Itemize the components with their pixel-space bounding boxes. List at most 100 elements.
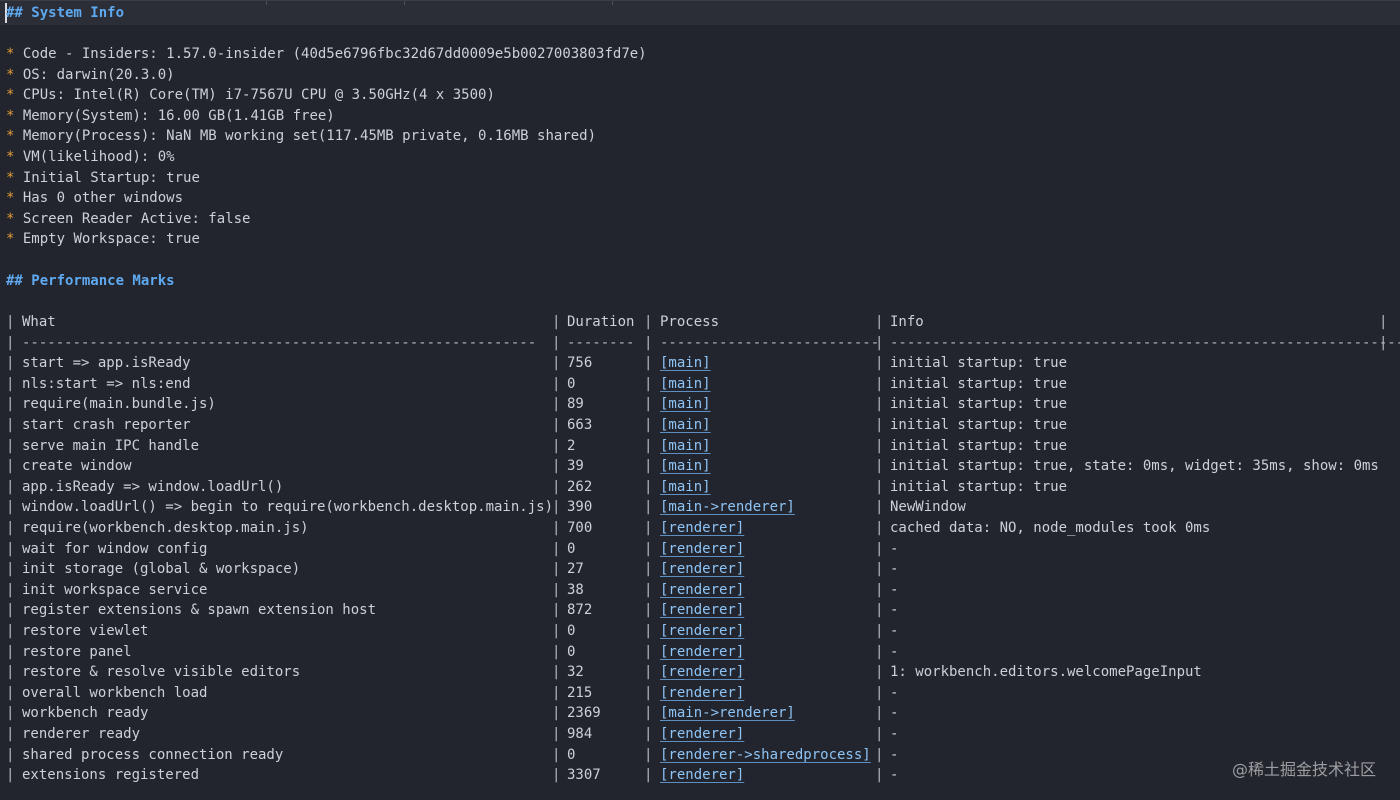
table-cell-what: require(workbench.desktop.main.js) [22, 520, 309, 536]
table-cell-info: initial startup: true [890, 396, 1068, 413]
table-cell-info: - [890, 581, 899, 598]
table-pipe: | [6, 602, 15, 619]
table-pipe: | [6, 437, 15, 454]
table-cell-duration: 0 [567, 643, 576, 660]
process-link[interactable]: [main] [660, 415, 711, 435]
tab-divider [404, 1, 405, 5]
table-cell-duration: 39 [567, 458, 584, 475]
table-cell-what: create window [22, 458, 132, 475]
table-pipe: | [552, 520, 561, 536]
system-info-text: Empty Workspace: true [22, 231, 200, 248]
table-cell-duration: 0 [567, 623, 576, 639]
process-link[interactable]: [renderer] [660, 683, 744, 703]
table-pipe: | [875, 355, 884, 372]
table-cell-info: NewWindow [890, 499, 966, 516]
system-info-text: Memory(System): 16.00 GB(1.41GB free) [22, 107, 335, 124]
table-pipe: | [875, 437, 884, 454]
tab-divider [612, 1, 613, 5]
table-cell-duration: 700 [567, 520, 593, 536]
system-info-item: * Has 0 other windows [6, 188, 183, 208]
table-pipe: | [552, 643, 561, 660]
process-link[interactable]: [renderer] [660, 662, 744, 682]
table-pipe: | [644, 726, 653, 742]
process-link[interactable]: [renderer] [660, 765, 744, 785]
process-link[interactable]: [renderer] [660, 621, 744, 641]
system-info-item: * Initial Startup: true [6, 168, 200, 188]
process-link[interactable]: [renderer] [660, 518, 744, 538]
table-pipe: | [644, 623, 653, 639]
table-cell-duration: 215 [567, 684, 593, 701]
table-pipe: | [552, 602, 561, 619]
table-cell-what: extensions registered [22, 767, 200, 784]
table-cell-duration: 756 [567, 355, 593, 372]
process-link[interactable]: [main] [660, 374, 711, 394]
table-pipe: | [644, 705, 653, 722]
table-pipe: | [644, 375, 653, 392]
table-cell-duration: 262 [567, 478, 593, 495]
table-cell-duration: 27 [567, 561, 584, 578]
table-cell-info: - [890, 705, 899, 722]
table-pipe: | [644, 643, 653, 660]
table-cell-duration: 89 [567, 396, 584, 413]
table-pipe: | [6, 664, 15, 681]
process-link[interactable]: [main] [660, 477, 711, 497]
process-link[interactable]: [main->renderer] [660, 497, 795, 517]
system-info-text: Memory(Process): NaN MB working set(117.… [22, 128, 597, 145]
table-cell-info: - [890, 643, 899, 660]
table-pipe: | [552, 375, 561, 392]
process-link[interactable]: [renderer->sharedprocess] [660, 745, 871, 765]
system-info-text: Has 0 other windows [22, 190, 184, 207]
table-cell-duration: 2 [567, 437, 576, 454]
table-cell-what: renderer ready [22, 726, 141, 742]
bullet-marker: * [6, 46, 15, 62]
bullet-marker: * [6, 190, 15, 207]
table-pipe: | [644, 458, 653, 475]
table-cell-what: init storage (global & workspace) [22, 561, 301, 578]
process-link[interactable]: [renderer] [660, 600, 744, 620]
table-pipe: | [6, 540, 15, 557]
process-link[interactable]: [main->renderer] [660, 703, 795, 723]
table-pipe: | [644, 478, 653, 495]
table-pipe: | [875, 623, 884, 639]
table-pipe: | [875, 746, 884, 763]
table-cell-info: - [890, 726, 899, 742]
table-cell-what: start crash reporter [22, 417, 191, 433]
table-pipe: | [552, 478, 561, 495]
table-cell-what: restore viewlet [22, 623, 149, 639]
table-pipe: | [6, 581, 15, 598]
process-link[interactable]: [renderer] [660, 724, 744, 744]
process-link[interactable]: [renderer] [660, 539, 744, 559]
process-link[interactable]: [main] [660, 436, 711, 456]
bullet-marker: * [6, 169, 15, 186]
process-link[interactable]: [main] [660, 456, 711, 476]
table-cell-what: wait for window config [22, 540, 208, 557]
table-pipe: | [1379, 314, 1388, 330]
table-pipe: | [875, 726, 884, 742]
table-pipe: | [875, 314, 884, 330]
table-pipe: | [6, 396, 15, 413]
table-pipe: | [644, 581, 653, 598]
process-link[interactable]: [main] [660, 394, 711, 414]
process-link[interactable]: [renderer] [660, 559, 744, 579]
tab-divider [266, 1, 267, 5]
table-pipe: | [6, 417, 15, 433]
process-link[interactable]: [renderer] [660, 580, 744, 600]
table-pipe: | [875, 643, 884, 660]
process-link[interactable]: [renderer] [660, 642, 744, 662]
table-cell-info: 1: workbench.editors.welcomePageInput [890, 664, 1202, 681]
table-pipe: | [875, 417, 884, 433]
system-info-item: * VM(likelihood): 0% [6, 147, 175, 167]
table-pipe: | [552, 417, 561, 433]
table-pipe: | [6, 623, 15, 639]
table-pipe: | [875, 684, 884, 701]
table-pipe: | [552, 664, 561, 681]
table-cell-duration: 0 [567, 375, 576, 392]
table-pipe: | [552, 458, 561, 475]
table-cell-what: require(main.bundle.js) [22, 396, 216, 413]
table-cell-what: init workspace service [22, 581, 208, 598]
system-info-item: * OS: darwin(20.3.0) [6, 65, 175, 85]
table-separator-what: ----------------------------------------… [22, 334, 537, 351]
process-link[interactable]: [main] [660, 353, 711, 373]
table-cell-info: initial startup: true [890, 355, 1068, 372]
table-pipe: | [6, 684, 15, 701]
